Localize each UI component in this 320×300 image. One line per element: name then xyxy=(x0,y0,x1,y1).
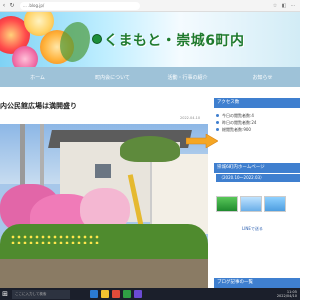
post-date: 2022.04.10 xyxy=(180,116,201,120)
post-photo xyxy=(0,124,208,288)
homepage-subheading[interactable]: （2020.10～2022.03） xyxy=(216,174,300,182)
clock-date: 2022/04/10 xyxy=(276,294,297,298)
counter-text: 今日の閲覧者数:4 xyxy=(222,112,254,118)
nav-item-home[interactable]: ホーム xyxy=(0,74,75,81)
thumbnail-image[interactable] xyxy=(216,196,238,212)
photo-window xyxy=(95,164,111,178)
photo-ground xyxy=(0,259,208,288)
windows-taskbar: ⊞ ここに入力して検索 11:05 2022/04/10 xyxy=(0,288,300,300)
counter-row: 昨日の閲覧者数:24 xyxy=(216,119,300,126)
taskbar-clock[interactable]: 11:05 2022/04/10 xyxy=(277,290,300,298)
chrome-icon[interactable] xyxy=(112,290,120,298)
browser-address-bar: ‹ ↻ ... .blog.jp/ ☆ ◧ ⋯ xyxy=(0,0,300,12)
store-icon[interactable] xyxy=(123,290,131,298)
counter-row: 今日の閲覧者数:4 xyxy=(216,112,300,119)
bullet-icon xyxy=(216,121,219,124)
post-title[interactable]: 内公民館広場は満開盛り xyxy=(0,101,77,111)
post-list-heading: ブログ記事の一覧 xyxy=(214,278,300,288)
counter-heading: アクセス数 xyxy=(214,98,300,108)
menu-icon[interactable]: ⋯ xyxy=(290,3,296,9)
bullet-icon xyxy=(216,114,219,117)
windows-start-icon[interactable]: ⊞ xyxy=(0,289,10,299)
counter-list: 今日の閲覧者数:4 昨日の閲覧者数:24 総閲覧者数:900 xyxy=(216,112,300,133)
leaf-graphic xyxy=(60,22,90,62)
photo-yellow-flowers xyxy=(10,234,100,244)
star-icon[interactable]: ☆ xyxy=(272,3,278,9)
photo-tree xyxy=(120,136,180,162)
url-field[interactable]: ... .blog.jp/ xyxy=(20,1,140,10)
site-logo-icon xyxy=(92,34,102,44)
taskbar-search-input[interactable]: ここに入力して検索 xyxy=(12,289,70,299)
nav-item-news[interactable]: お知らせ xyxy=(225,74,300,81)
flower-graphic xyxy=(12,46,38,67)
thumbnail-row xyxy=(216,196,286,212)
browser-controls: ☆ ◧ ⋯ xyxy=(272,3,296,9)
bullet-icon xyxy=(216,128,219,131)
extensions-icon[interactable]: ◧ xyxy=(281,3,287,9)
arrow-right-icon xyxy=(186,134,218,148)
edge-icon[interactable] xyxy=(90,290,98,298)
nav-item-about[interactable]: 町内会について xyxy=(75,74,150,81)
thumbnail-image[interactable] xyxy=(264,196,286,212)
thumbnail-image[interactable] xyxy=(240,196,262,212)
back-icon[interactable]: ‹ xyxy=(0,2,8,10)
main-nav: ホーム 町内会について 活動・行事の紹介 お知らせ xyxy=(0,67,300,87)
homepage-heading[interactable]: 崇城6町内ホームページ xyxy=(214,163,300,173)
counter-text: 昨日の閲覧者数:24 xyxy=(222,119,257,125)
photo-hedge xyxy=(0,224,208,264)
reload-icon[interactable]: ↻ xyxy=(8,2,16,10)
line-share-link[interactable]: LINEで送る xyxy=(242,226,263,232)
site-banner: くまもと・崇城6町内 xyxy=(0,12,300,67)
taskbar-apps xyxy=(90,290,142,298)
photo-house xyxy=(150,154,208,234)
folder-icon[interactable] xyxy=(101,290,109,298)
counter-text: 総閲覧者数:900 xyxy=(222,126,251,132)
app-icon[interactable] xyxy=(134,290,142,298)
nav-item-activities[interactable]: 活動・行事の紹介 xyxy=(150,74,225,81)
site-title[interactable]: くまもと・崇城6町内 xyxy=(104,30,244,50)
counter-row: 総閲覧者数:900 xyxy=(216,126,300,133)
